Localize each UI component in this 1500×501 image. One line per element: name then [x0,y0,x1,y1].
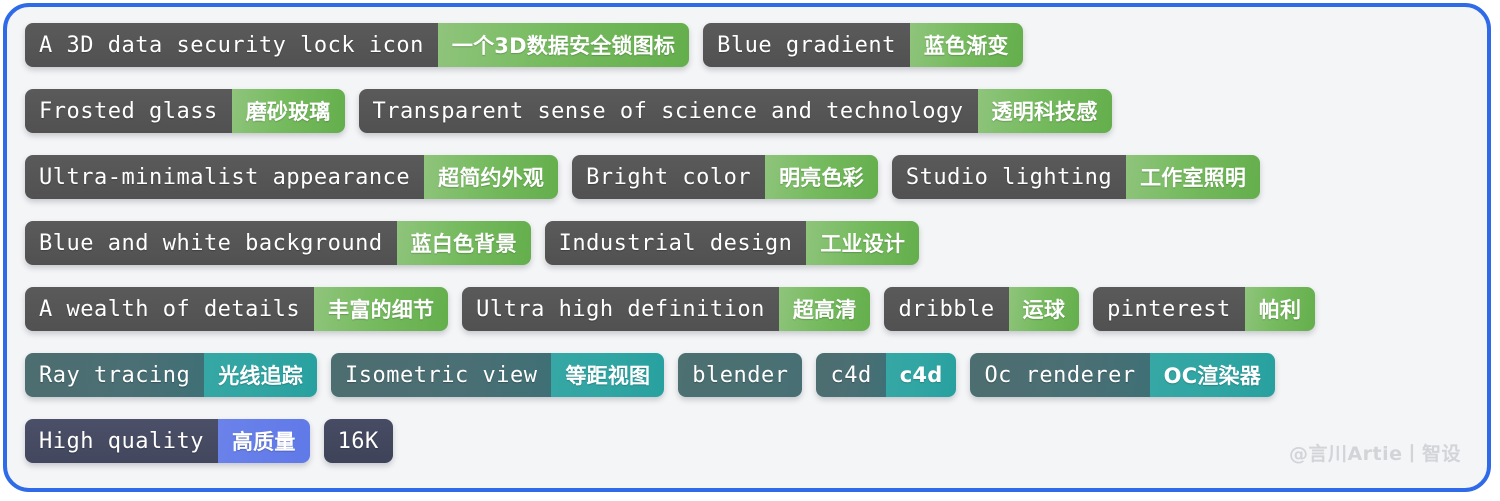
prompt-tag[interactable]: Industrial design 工业设计 [544,221,920,265]
tag-label-en: Ultra high definition [462,287,779,331]
tag-label-en: Isometric view [331,353,552,397]
tag-label-zh: 运球 [1008,287,1080,331]
prompt-tag[interactable]: blender [678,353,803,397]
tag-label-en: Bright color [572,155,766,199]
tag-row: A wealth of details 丰富的细节 Ultra high defin… [25,283,1469,335]
tag-row: Blue and white background 蓝白色背景 Industrial… [25,217,1469,269]
tag-label-zh: 超简约外观 [424,155,559,199]
tag-row: Frosted glass 磨砂玻璃 Transparent sense of sc… [25,85,1469,137]
prompt-tag[interactable]: A wealth of details 丰富的细节 [25,287,449,331]
prompt-tag[interactable]: High quality 高质量 [25,419,310,463]
tag-rows-container: A 3D data security lock icon 一个3D数据安全锁图标 B… [7,7,1487,488]
tag-row: High quality 高质量 16K [25,415,1469,467]
tag-label-zh: 明亮色彩 [765,155,878,199]
tag-label-zh: 蓝白色背景 [396,221,531,265]
prompt-tag[interactable]: A 3D data security lock icon 一个3D数据安全锁图标 [25,23,690,67]
tag-label-zh: 光线追踪 [204,353,318,397]
tag-label-en: A 3D data security lock icon [25,23,438,67]
prompt-tag[interactable]: Ultra high definition 超高清 [462,287,871,331]
tag-row: Ultra-minimalist appearance 超简约外观 Bright c… [25,151,1469,203]
tag-label-zh: 工作室照明 [1126,155,1261,199]
tag-label-zh: 透明科技感 [977,89,1112,133]
tag-label-zh: 磨砂玻璃 [231,89,345,133]
watermark-label: @言川Artie丨智设 [1288,443,1461,465]
prompt-tag[interactable]: c4d c4d [816,353,957,397]
prompt-tag[interactable]: Isometric view 等距视图 [331,353,665,397]
tag-label-en: Industrial design [544,221,807,265]
tag-label-en: Oc renderer [970,353,1150,397]
tag-label-zh: 工业设计 [806,221,920,265]
tag-label-zh: 高质量 [217,419,310,463]
prompt-tag[interactable]: Bright color 明亮色彩 [572,155,878,199]
tag-label-en: A wealth of details [25,287,315,331]
tag-label-en: Frosted glass [25,89,232,133]
tag-label-en: Ray tracing [25,353,205,397]
tag-label-zh: 一个3D数据安全锁图标 [437,23,690,67]
tag-label-en: pinterest [1093,287,1245,331]
prompt-tag[interactable]: Frosted glass 磨砂玻璃 [25,89,345,133]
prompt-tag[interactable]: Oc renderer OC渲染器 [970,353,1275,397]
tag-label-en: Ultra-minimalist appearance [25,155,425,199]
tag-label-en: High quality [25,419,218,463]
tag-label-en: blender [678,353,803,397]
tag-label-zh: 帕利 [1244,287,1316,331]
prompt-tag[interactable]: Blue gradient 蓝色渐变 [703,23,1023,67]
tag-label-en: Blue gradient [703,23,910,67]
tag-label-en: c4d [816,353,886,397]
prompt-tag[interactable]: Studio lighting 工作室照明 [891,155,1261,199]
tag-label-zh: 蓝色渐变 [909,23,1023,67]
tag-label-zh: 丰富的细节 [314,287,449,331]
prompt-tag[interactable]: Transparent sense of science and technol… [358,89,1112,133]
prompt-tag[interactable]: Ray tracing 光线追踪 [25,353,318,397]
tag-label-en: Studio lighting [891,155,1127,199]
prompt-tag[interactable]: Blue and white background 蓝白色背景 [25,221,531,265]
tag-label-zh: 等距视图 [551,353,665,397]
tag-label-en: Transparent sense of science and technol… [358,89,978,133]
tag-row: A 3D data security lock icon 一个3D数据安全锁图标 B… [25,19,1469,71]
tag-label-en: dribble [884,287,1009,331]
prompt-tag[interactable]: pinterest 帕利 [1093,287,1316,331]
prompt-tag[interactable]: Ultra-minimalist appearance 超简约外观 [25,155,559,199]
prompt-tag[interactable]: dribble 运球 [884,287,1080,331]
prompt-tag-panel: A 3D data security lock icon 一个3D数据安全锁图标 B… [3,3,1491,492]
tag-row: Ray tracing 光线追踪 Isometric view 等距视图 blender… [25,349,1469,401]
tag-label-zh: OC渲染器 [1149,353,1275,397]
tag-label-en: Blue and white background [25,221,397,265]
prompt-tag[interactable]: 16K [323,419,393,463]
tag-label-zh: c4d [885,353,957,397]
tag-label-zh: 超高清 [778,287,871,331]
tag-label-en: 16K [323,419,393,463]
